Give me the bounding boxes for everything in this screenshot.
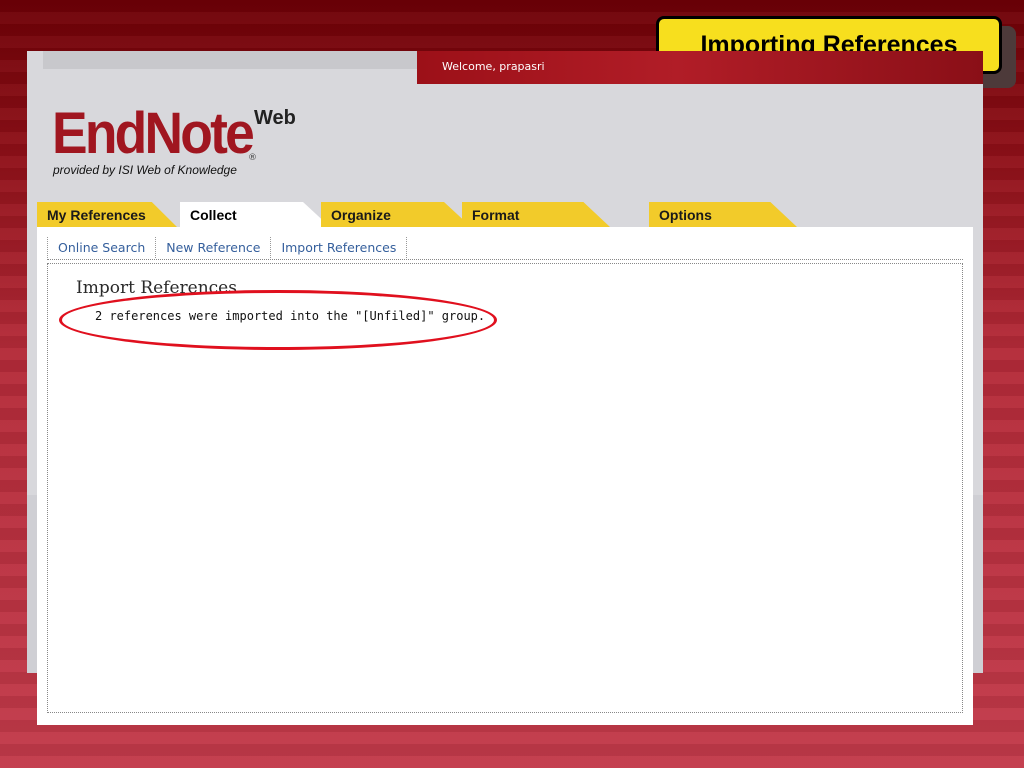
tab-label: Format bbox=[472, 207, 520, 223]
logo-text: EndNote bbox=[52, 101, 255, 166]
welcome-bar: Welcome, prapasri bbox=[417, 51, 677, 84]
welcome-bar-tail bbox=[677, 51, 983, 84]
tab-options[interactable]: Options bbox=[649, 202, 797, 227]
welcome-text: Welcome, prapasri bbox=[442, 60, 545, 73]
subnav-import-references[interactable]: Import References bbox=[270, 237, 408, 258]
subnav-online-search[interactable]: Online Search bbox=[47, 237, 155, 258]
logo-superscript: Web bbox=[254, 107, 296, 129]
tab-format[interactable]: Format bbox=[462, 202, 610, 227]
endnote-window: Welcome, prapasri EndNote Web ® provided… bbox=[27, 51, 983, 725]
logo-tagline: provided by ISI Web of Knowledge bbox=[53, 163, 237, 177]
highlight-ellipse bbox=[59, 290, 497, 350]
tab-my-references[interactable]: My References bbox=[37, 202, 177, 227]
tab-organize[interactable]: Organize bbox=[321, 202, 471, 227]
tab-label: Collect bbox=[190, 207, 237, 223]
header-strip bbox=[43, 51, 417, 69]
tab-label: Options bbox=[659, 207, 712, 223]
subnav: Online Search New Reference Import Refer… bbox=[47, 237, 963, 260]
tab-label: My References bbox=[47, 207, 146, 223]
endnote-logo[interactable]: EndNote Web ® provided by ISI Web of Kno… bbox=[52, 99, 312, 189]
registered-mark: ® bbox=[248, 153, 257, 163]
tab-collect[interactable]: Collect bbox=[180, 202, 330, 227]
tab-label: Organize bbox=[331, 207, 391, 223]
subnav-new-reference[interactable]: New Reference bbox=[155, 237, 270, 258]
